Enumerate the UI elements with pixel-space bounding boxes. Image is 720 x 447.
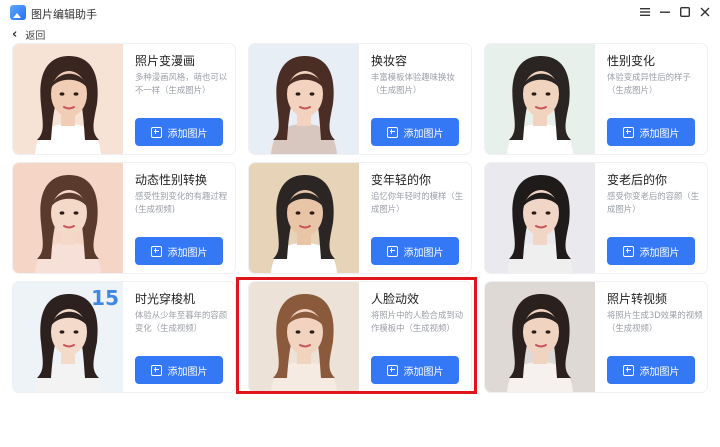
minimize-icon[interactable] bbox=[656, 3, 674, 21]
plus-square-icon bbox=[386, 126, 398, 138]
card-description: 将照片中的人脸合成到动作模板中（生成视频） bbox=[371, 310, 464, 333]
sample-portrait-image bbox=[485, 44, 595, 154]
sample-portrait-image: 15 bbox=[13, 282, 123, 392]
add-image-label: 添加图片 bbox=[639, 128, 680, 140]
plus-square-icon bbox=[150, 364, 162, 376]
add-image-button[interactable]: 添加图片 bbox=[607, 118, 695, 146]
title-bar: 图片编辑助手 bbox=[0, 0, 720, 26]
sample-portrait-image bbox=[13, 44, 123, 154]
feature-card[interactable]: 15 时光穿梭机 体验从少年至暮年的容颜变化（生成视频） 添加图片 bbox=[13, 282, 235, 392]
plus-square-icon bbox=[386, 364, 398, 376]
card-description: 丰富模板体验趣味换妆（生成图片） bbox=[371, 72, 455, 95]
card-title: 照片变漫画 bbox=[135, 54, 196, 68]
sample-portrait-image bbox=[249, 282, 359, 392]
card-title: 性别变化 bbox=[607, 54, 656, 68]
add-image-button[interactable]: 添加图片 bbox=[371, 356, 459, 384]
sample-portrait-image bbox=[485, 282, 595, 392]
plus-square-icon bbox=[622, 245, 634, 257]
sample-portrait-image bbox=[249, 163, 359, 273]
plus-square-icon bbox=[150, 126, 162, 138]
card-title: 人脸动效 bbox=[371, 292, 420, 306]
plus-square-icon bbox=[150, 245, 162, 257]
close-icon[interactable] bbox=[696, 3, 714, 21]
feature-card[interactable]: 变年轻的你 追忆你年轻时的模样（生成图片） 添加图片 bbox=[249, 163, 471, 273]
maximize-icon[interactable] bbox=[676, 3, 694, 21]
app-title: 图片编辑助手 bbox=[31, 8, 97, 21]
add-image-label: 添加图片 bbox=[167, 366, 208, 378]
card-description: 体验从少年至暮年的容颜变化（生成视频） bbox=[135, 310, 228, 333]
window-controls bbox=[636, 3, 714, 21]
sample-portrait-image bbox=[485, 163, 595, 273]
sample-portrait-image bbox=[13, 163, 123, 273]
chevron-left-icon: ‹ bbox=[12, 27, 18, 42]
card-description: 多种漫画风格，萌也可以不一样（生成图片） bbox=[135, 72, 228, 95]
feature-card[interactable]: 换妆容 丰富模板体验趣味换妆（生成图片） 添加图片 bbox=[249, 44, 471, 154]
card-description: 追忆你年轻时的模样（生成图片） bbox=[371, 191, 464, 214]
add-image-label: 添加图片 bbox=[403, 247, 444, 259]
card-description: 将照片生成3D效果的视频（生成视频） bbox=[607, 310, 703, 333]
feature-card[interactable]: 照片转视频 将照片生成3D效果的视频（生成视频） 添加图片 bbox=[485, 282, 707, 392]
back-button[interactable]: ‹ 返回 bbox=[12, 27, 45, 42]
card-title: 时光穿梭机 bbox=[135, 292, 196, 306]
add-image-button[interactable]: 添加图片 bbox=[371, 118, 459, 146]
badge-number: 15 bbox=[91, 286, 119, 310]
plus-square-icon bbox=[622, 364, 634, 376]
add-image-label: 添加图片 bbox=[167, 247, 208, 259]
feature-card[interactable]: 动态性别转换 感受性别变化的有趣过程(生成视频) 添加图片 bbox=[13, 163, 235, 273]
app-logo-icon bbox=[10, 5, 26, 20]
card-title: 变老后的你 bbox=[607, 173, 668, 187]
card-description: 感受性别变化的有趣过程(生成视频) bbox=[135, 191, 228, 214]
back-label: 返回 bbox=[25, 31, 46, 42]
add-image-button[interactable]: 添加图片 bbox=[135, 356, 223, 384]
add-image-label: 添加图片 bbox=[639, 366, 680, 378]
add-image-label: 添加图片 bbox=[639, 247, 680, 259]
sample-portrait-image bbox=[249, 44, 359, 154]
card-title: 照片转视频 bbox=[607, 292, 668, 306]
plus-square-icon bbox=[622, 126, 634, 138]
menu-icon[interactable] bbox=[636, 3, 654, 21]
card-description: 体验变成异性后的样子（生成图片） bbox=[607, 72, 691, 95]
add-image-button[interactable]: 添加图片 bbox=[371, 237, 459, 265]
add-image-button[interactable]: 添加图片 bbox=[135, 237, 223, 265]
card-description: 感受你变老后的容颜（生成图片） bbox=[607, 191, 700, 214]
add-image-label: 添加图片 bbox=[167, 128, 208, 140]
feature-card[interactable]: 照片变漫画 多种漫画风格，萌也可以不一样（生成图片） 添加图片 bbox=[13, 44, 235, 154]
add-image-button[interactable]: 添加图片 bbox=[607, 237, 695, 265]
plus-square-icon bbox=[386, 245, 398, 257]
card-title: 变年轻的你 bbox=[371, 173, 432, 187]
feature-card[interactable]: 变老后的你 感受你变老后的容颜（生成图片） 添加图片 bbox=[485, 163, 707, 273]
add-image-label: 添加图片 bbox=[403, 128, 444, 140]
add-image-button[interactable]: 添加图片 bbox=[607, 356, 695, 384]
feature-card[interactable]: 人脸动效 将照片中的人脸合成到动作模板中（生成视频） 添加图片 bbox=[249, 282, 471, 392]
feature-card[interactable]: 性别变化 体验变成异性后的样子（生成图片） 添加图片 bbox=[485, 44, 707, 154]
add-image-label: 添加图片 bbox=[403, 366, 444, 378]
add-image-button[interactable]: 添加图片 bbox=[135, 118, 223, 146]
card-title: 换妆容 bbox=[371, 54, 408, 68]
card-title: 动态性别转换 bbox=[135, 173, 208, 187]
